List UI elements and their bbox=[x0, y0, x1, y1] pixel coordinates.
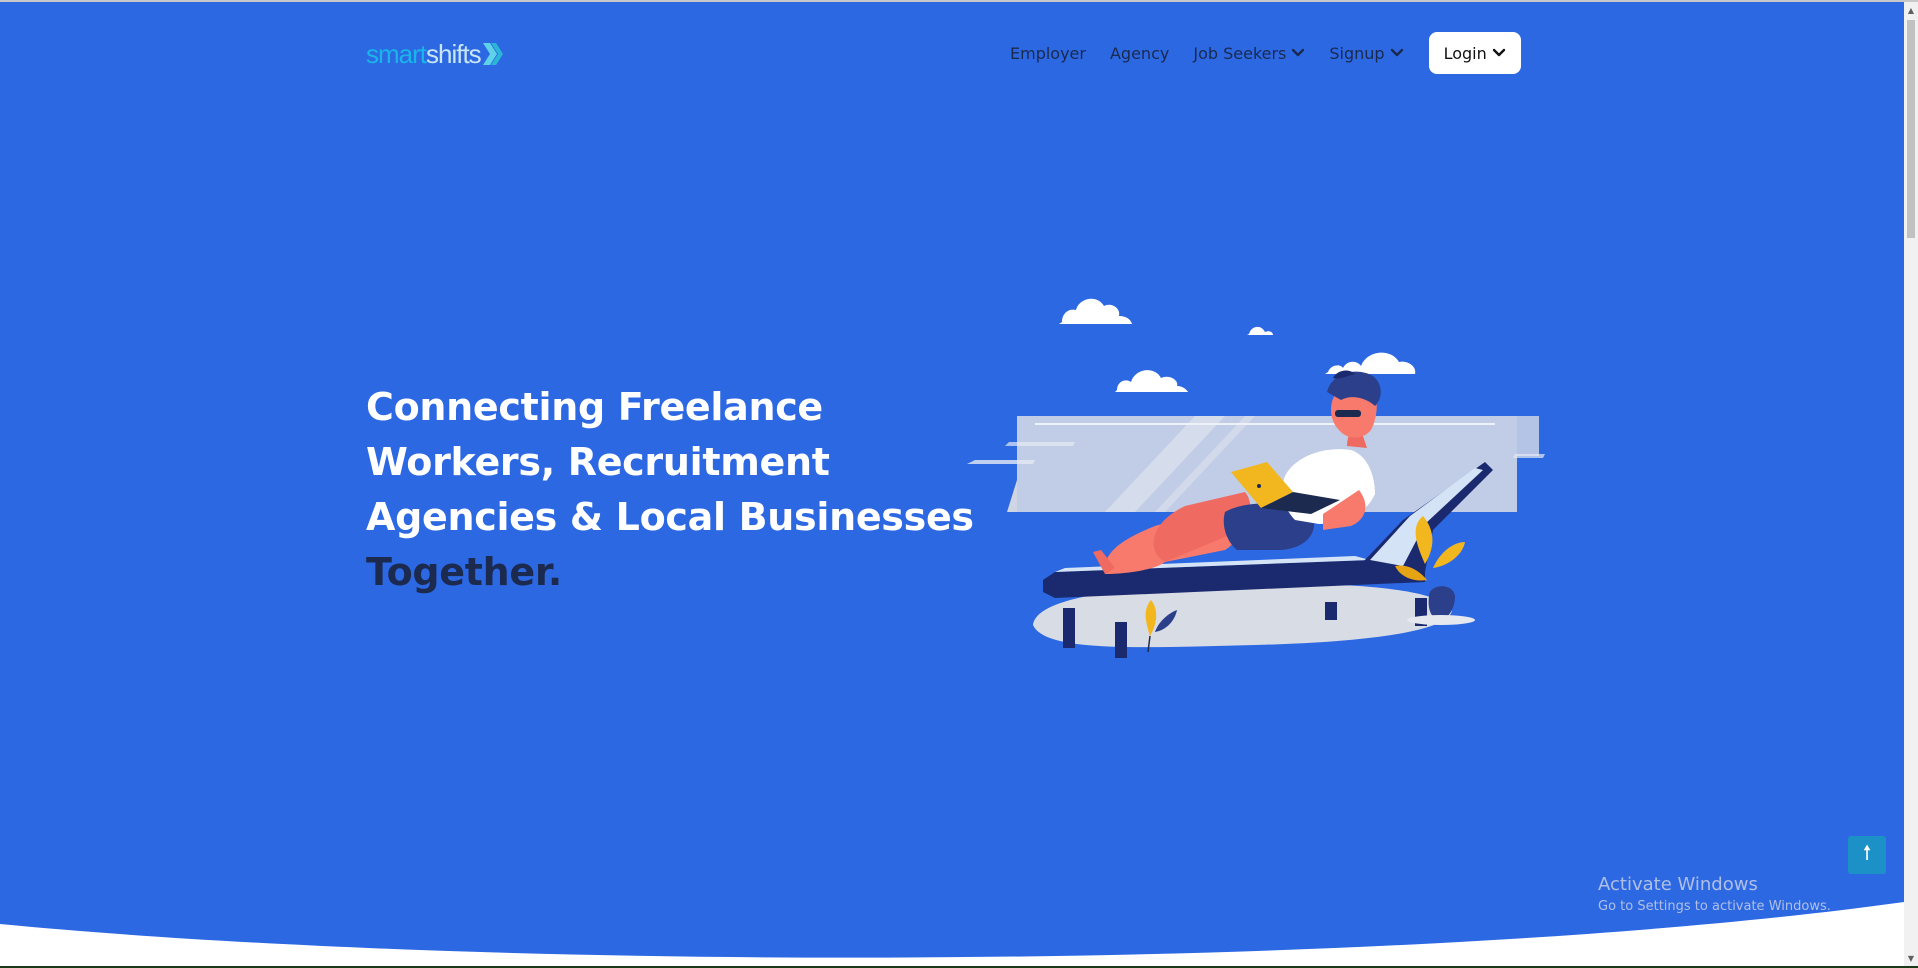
chevron-down-icon bbox=[1492, 48, 1505, 57]
nav-signup-dropdown[interactable]: Signup bbox=[1329, 44, 1403, 63]
hero-headline-accent: Together. bbox=[366, 550, 563, 594]
nav-agency-label: Agency bbox=[1109, 43, 1170, 63]
chevron-down-icon bbox=[1390, 48, 1403, 57]
logo-text-shifts: shifts bbox=[426, 38, 482, 69]
hero-headline-line3: Agencies & Local Businesses bbox=[366, 495, 974, 539]
hero-headline-line1: Connecting Freelance bbox=[366, 385, 823, 429]
scrollbar-thumb[interactable] bbox=[1907, 20, 1915, 238]
activate-windows-subtitle: Go to Settings to activate Windows. bbox=[1598, 899, 1831, 914]
nav-signup-label: Signup bbox=[1329, 43, 1385, 63]
hero-headline-line2: Workers, Recruitment bbox=[366, 440, 830, 484]
double-chevron-right-icon bbox=[482, 43, 503, 65]
nav-job-seekers-dropdown[interactable]: Job Seekers bbox=[1193, 44, 1305, 63]
nav-agency-link[interactable]: Agency bbox=[1110, 44, 1169, 63]
scroll-up-arrow-icon[interactable]: ▲ bbox=[1904, 2, 1918, 18]
activate-windows-watermark: Activate Windows Go to Settings to activ… bbox=[1598, 874, 1831, 914]
scroll-down-arrow-icon[interactable]: ▼ bbox=[1904, 950, 1918, 966]
nav-employer-label: Employer bbox=[1010, 43, 1086, 63]
activate-windows-title: Activate Windows bbox=[1598, 874, 1758, 895]
brand-logo[interactable]: smart shifts bbox=[366, 38, 505, 70]
vertical-scrollbar[interactable]: ▲ ▼ bbox=[1904, 2, 1918, 966]
login-label: Login bbox=[1443, 43, 1487, 63]
scroll-to-top-button[interactable]: 🠕 bbox=[1848, 836, 1886, 874]
nav-employer-link[interactable]: Employer bbox=[1010, 44, 1086, 63]
nav-job-seekers-label: Job Seekers bbox=[1193, 43, 1287, 63]
main-nav: Employer Agency Job Seekers Signup Login bbox=[1010, 32, 1521, 74]
chevron-down-icon bbox=[1292, 48, 1305, 57]
arrow-up-icon: 🠕 bbox=[1862, 840, 1872, 864]
hero-illustration bbox=[967, 298, 1545, 658]
login-dropdown-button[interactable]: Login bbox=[1428, 32, 1521, 74]
logo-text-smart: smart bbox=[366, 38, 427, 69]
hero-section: smart shifts Employer Agency Job Seekers… bbox=[0, 2, 1904, 966]
hero-headline: Connecting Freelance Workers, Recruitmen… bbox=[366, 380, 974, 600]
